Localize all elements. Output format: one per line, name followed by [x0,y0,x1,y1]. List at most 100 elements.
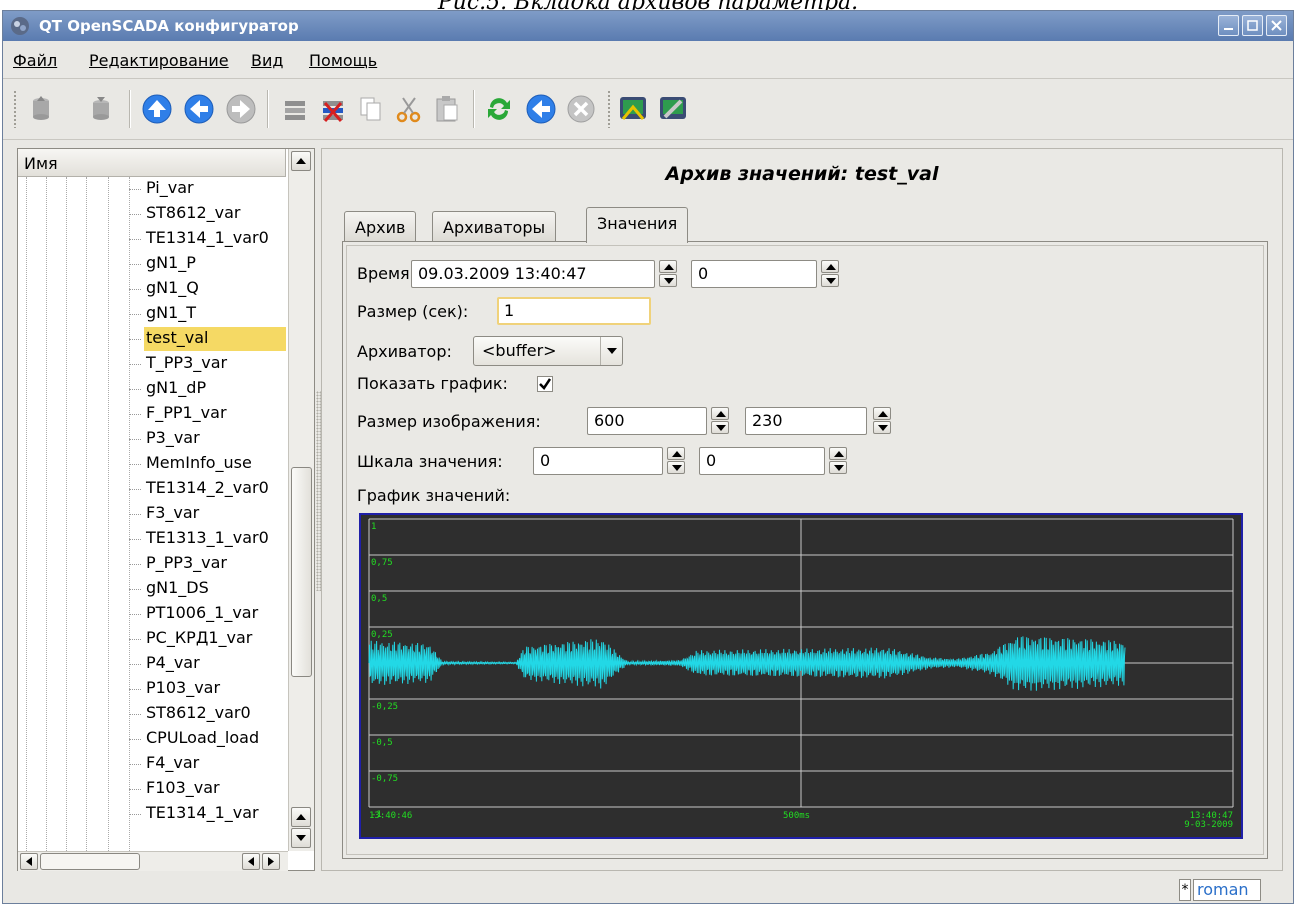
tree-item[interactable]: P_PP3_var [18,552,286,576]
scroll-left-button[interactable] [20,853,38,870]
tree-item[interactable]: gN1_DS [18,577,286,601]
refresh-icon[interactable] [483,93,515,125]
toolbar-grip[interactable] [607,90,611,128]
scroll-up-button-lower[interactable] [291,807,311,827]
tree-item-label: TE1314_2_var0 [146,478,269,497]
spin-down-button[interactable] [821,274,839,287]
spin-up-button[interactable] [873,407,891,420]
minimize-button[interactable] [1218,15,1239,36]
modified-indicator[interactable]: * [1179,879,1191,901]
tree-item[interactable]: TE1314_1_var0 [18,227,286,251]
combo-arrow-icon[interactable] [600,337,622,365]
time-usec-field[interactable]: 0 [691,260,817,288]
start-icon[interactable] [525,93,557,125]
tree-item[interactable]: F3_var [18,502,286,526]
value-chart: 1 0,75 0,5 0,25 -0,25 -0,5 -0,75 -1 13:40:46 500m… [359,513,1243,839]
time-usec-spin[interactable] [821,260,841,288]
stop-icon[interactable] [565,93,597,125]
scale-min-spin[interactable] [667,447,687,475]
spin-down-button[interactable] [873,421,891,434]
tree-item[interactable]: gN1_P [18,252,286,276]
spin-up-button[interactable] [667,447,685,460]
tree-item[interactable]: TE1314_1_var [18,802,286,826]
spin-down-button[interactable] [667,461,685,474]
tree-item[interactable]: P4_var [18,652,286,676]
spin-up-button[interactable] [711,407,729,420]
scale-min-field[interactable]: 0 [533,447,663,475]
title-bar[interactable]: QT OpenSCADA конфигуратор [3,11,1293,41]
tree-item[interactable]: test_val [18,327,286,351]
scroll-up-button[interactable] [291,151,311,171]
tree-item[interactable]: P3_var [18,427,286,451]
tree-item[interactable]: CPULoad_load [18,727,286,751]
tree-item[interactable]: F103_var [18,777,286,801]
tab-archive[interactable]: Архив [344,211,417,241]
image-width-field[interactable]: 600 [587,407,707,435]
db-load-icon[interactable] [25,93,57,125]
tree-item[interactable]: PT1006_1_var [18,602,286,626]
spin-down-button[interactable] [829,461,847,474]
tree-item[interactable]: gN1_Q [18,277,286,301]
time-field[interactable]: 09.03.2009 13:40:47 [411,260,655,288]
tab-values[interactable]: Значения [586,207,689,243]
up-icon[interactable] [141,93,173,125]
paste-icon[interactable] [431,93,463,125]
maximize-button[interactable] [1242,15,1263,36]
tree-item[interactable]: PC_КРД1_var [18,627,286,651]
time-spin[interactable] [659,260,679,288]
scroll-down-button[interactable] [291,828,311,848]
tree-item[interactable]: P103_var [18,677,286,701]
copy-icon[interactable] [355,93,387,125]
tree-item[interactable]: ST8612_var0 [18,702,286,726]
scale-max-spin[interactable] [829,447,849,475]
tree-branch-line [129,664,141,665]
menu-view[interactable]: Вид [251,51,283,70]
tree-item-label: ST8612_var [146,203,241,222]
show-chart-checkbox[interactable] [537,376,553,392]
image-height-spin[interactable] [873,407,893,435]
forward-icon[interactable] [225,93,257,125]
spin-up-button[interactable] [659,260,677,273]
tab-archivers[interactable]: Архиваторы [432,211,557,241]
tree-item[interactable]: MemInfo_use [18,452,286,476]
tree-header[interactable]: Имя [18,149,286,177]
spin-down-button[interactable] [659,274,677,287]
tree-item[interactable]: gN1_dP [18,377,286,401]
close-button[interactable] [1266,15,1287,36]
toolbar-grip[interactable] [13,90,17,128]
scale-max-field[interactable]: 0 [699,447,825,475]
tree-item[interactable]: Pi_var [18,177,286,201]
image-width-spin[interactable] [711,407,731,435]
tree-item[interactable]: F_PP1_var [18,402,286,426]
tree-vertical-scrollbar[interactable] [288,149,314,851]
size-field[interactable]: 1 [497,297,651,325]
settings-icon[interactable] [657,93,689,125]
add-item-icon[interactable] [279,93,311,125]
archiver-combo[interactable]: <buffer> [473,336,623,366]
tree-item[interactable]: ST8612_var [18,202,286,226]
spin-up-button[interactable] [821,260,839,273]
tree-horizontal-scrollbar[interactable] [18,851,288,871]
db-save-icon[interactable] [85,93,117,125]
tree-item[interactable]: gN1_T [18,302,286,326]
menu-edit[interactable]: Редактирование [89,51,229,70]
menu-file[interactable]: Файл [13,51,57,70]
image-height-field[interactable]: 230 [745,407,867,435]
openscada-app-icon[interactable] [9,15,31,37]
cut-icon[interactable] [393,93,425,125]
tree-item[interactable]: TE1313_1_var0 [18,527,286,551]
tree-item[interactable]: T_PP3_var [18,352,286,376]
scroll-thumb[interactable] [291,467,312,677]
tree-item[interactable]: F4_var [18,752,286,776]
horizontal-scroll-thumb[interactable] [40,853,140,870]
scroll-right-button[interactable] [262,853,280,870]
back-icon[interactable] [183,93,215,125]
menu-help[interactable]: Помощь [309,51,377,70]
delete-item-icon[interactable] [317,93,349,125]
tree-item[interactable]: TE1314_2_var0 [18,477,286,501]
connect-icon[interactable] [617,93,649,125]
spin-up-button[interactable] [829,447,847,460]
spin-down-button[interactable] [711,421,729,434]
user-indicator[interactable]: roman [1193,879,1261,901]
scroll-left-button-right[interactable] [242,853,260,870]
